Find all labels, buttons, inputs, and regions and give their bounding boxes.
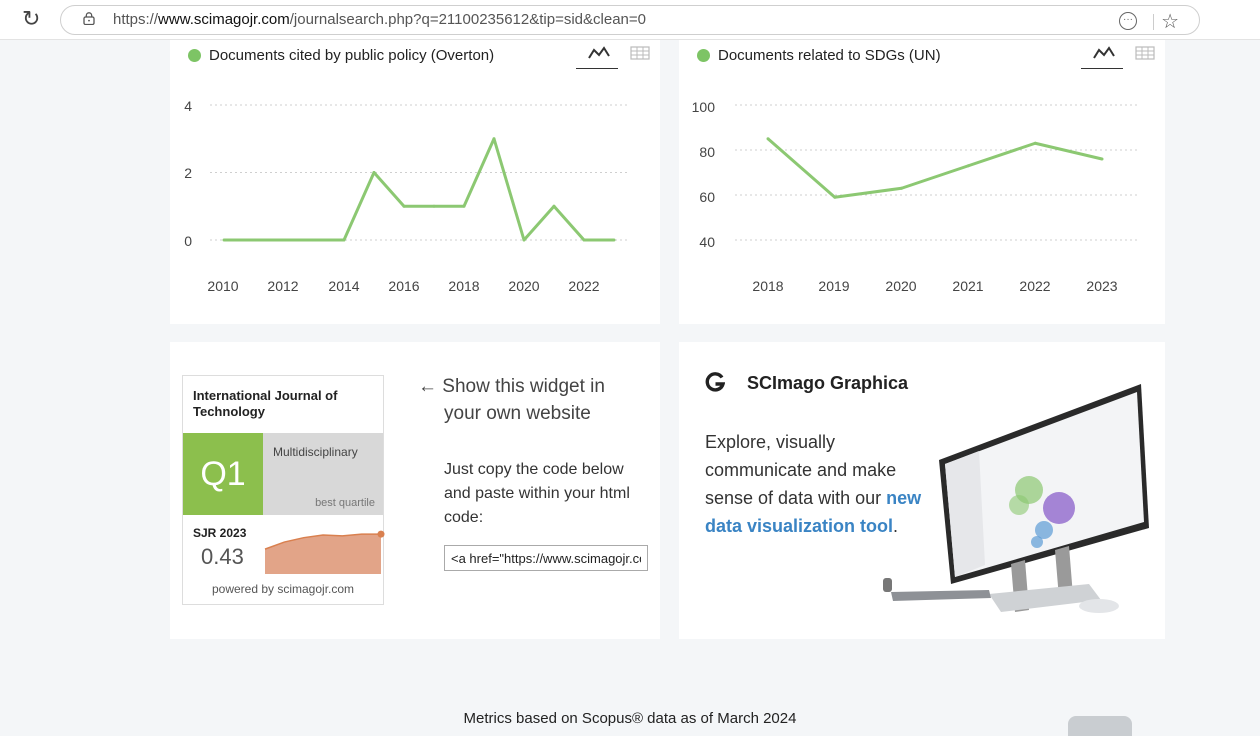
toolbar-divider: [1153, 14, 1154, 30]
data-point: [1033, 141, 1037, 145]
embed-code-field[interactable]: [444, 545, 648, 571]
data-point: [552, 204, 556, 208]
browser-toolbar: ↻ https://www.scimagojr.com/journalsearc…: [0, 0, 1260, 40]
data-point: [522, 238, 526, 242]
y-tick-label: 4: [184, 98, 192, 114]
widget-journal-title: International Journal of Technology: [193, 388, 338, 419]
category-box: Multidisciplinary best quartile: [263, 433, 383, 515]
sjr-year-label: SJR 2023: [193, 526, 247, 540]
sdgs-chart-card: Documents related to SDGs (UN) 100 80 60…: [679, 40, 1165, 324]
x-tick-label: 2014: [328, 278, 360, 294]
y-tick-label: 0: [184, 233, 192, 249]
graphica-monitor-image: [883, 384, 1149, 613]
series-line: [767, 137, 1103, 199]
lock-icon[interactable]: [83, 12, 95, 25]
data-point: [432, 204, 436, 208]
x-tick-label: 2022: [568, 278, 600, 294]
x-tick-label: 2019: [818, 278, 850, 294]
best-quartile-label: best quartile: [315, 497, 375, 509]
x-tick-label: 2016: [388, 278, 420, 294]
data-point: [833, 195, 837, 199]
data-point: [1100, 157, 1104, 161]
overton-chart-card: Documents cited by public policy (Overto…: [170, 40, 660, 324]
widget-card: International Journal of Technology Q1 M…: [170, 342, 660, 639]
graphica-card: SCImago Graphica Explore, visually commu…: [679, 342, 1165, 639]
data-point: [900, 186, 904, 190]
sjr-sparkline: [264, 530, 385, 574]
x-tick-label: 2012: [267, 278, 299, 294]
data-point: [342, 238, 346, 242]
favorite-star-icon[interactable]: ☆: [1161, 9, 1179, 34]
category-label: Multidisciplinary: [273, 445, 358, 459]
reload-icon[interactable]: ↻: [22, 7, 40, 31]
show-widget-line-1: ← Show this widget in: [418, 376, 605, 397]
copy-instructions: Just copy the code below and paste withi…: [444, 461, 630, 526]
url-text[interactable]: https://www.scimagojr.com/journalsearch.…: [113, 11, 646, 28]
data-point: [222, 238, 226, 242]
more-options-icon[interactable]: ···: [1119, 12, 1137, 30]
address-bar[interactable]: https://www.scimagojr.com/journalsearch.…: [60, 5, 1200, 35]
x-tick-label: 2020: [885, 278, 917, 294]
data-point: [612, 238, 616, 242]
data-point: [282, 238, 286, 242]
data-point: [252, 238, 256, 242]
quartile-badge: Q1: [183, 433, 263, 515]
sjr-value: 0.43: [201, 544, 244, 569]
graphica-body-text: Explore, visually communicate and make s…: [705, 432, 897, 508]
y-tick-label: 2: [184, 165, 192, 181]
series-line: [224, 137, 614, 242]
sparkline-area: [265, 534, 381, 574]
x-tick-label: 2018: [448, 278, 480, 294]
x-tick-label: 2021: [952, 278, 984, 294]
data-point: [372, 171, 376, 174]
x-tick-label: 2018: [752, 278, 784, 294]
data-point: [966, 164, 970, 168]
x-tick-label: 2010: [207, 278, 239, 294]
data-point: [402, 204, 406, 208]
x-tick-label: 2022: [1019, 278, 1051, 294]
data-point: [766, 137, 770, 141]
x-tick-label: 2023: [1086, 278, 1118, 294]
data-point: [312, 238, 316, 242]
y-tick-label: 60: [699, 189, 715, 205]
sparkline-endpoint: [377, 530, 385, 538]
url-path: /journalsearch.php?q=21100235612&tip=sid…: [289, 11, 646, 28]
url-scheme: https://: [113, 11, 159, 28]
url-domain: www.scimagojr.com: [158, 11, 290, 28]
data-point: [582, 238, 586, 242]
graphica-logo-icon: [705, 372, 725, 392]
show-widget-line-2: your own website: [444, 403, 591, 424]
y-tick-label: 80: [699, 144, 715, 160]
sjr-widget[interactable]: International Journal of Technology Q1 M…: [182, 375, 385, 605]
y-tick-label: 100: [691, 99, 715, 115]
data-point: [462, 204, 466, 208]
x-tick-label: 2020: [508, 278, 540, 294]
data-point: [492, 137, 496, 141]
y-tick-label: 40: [699, 234, 715, 250]
powered-by-label: powered by scimagojr.com: [211, 582, 355, 596]
scroll-to-top-button[interactable]: [1068, 716, 1132, 736]
